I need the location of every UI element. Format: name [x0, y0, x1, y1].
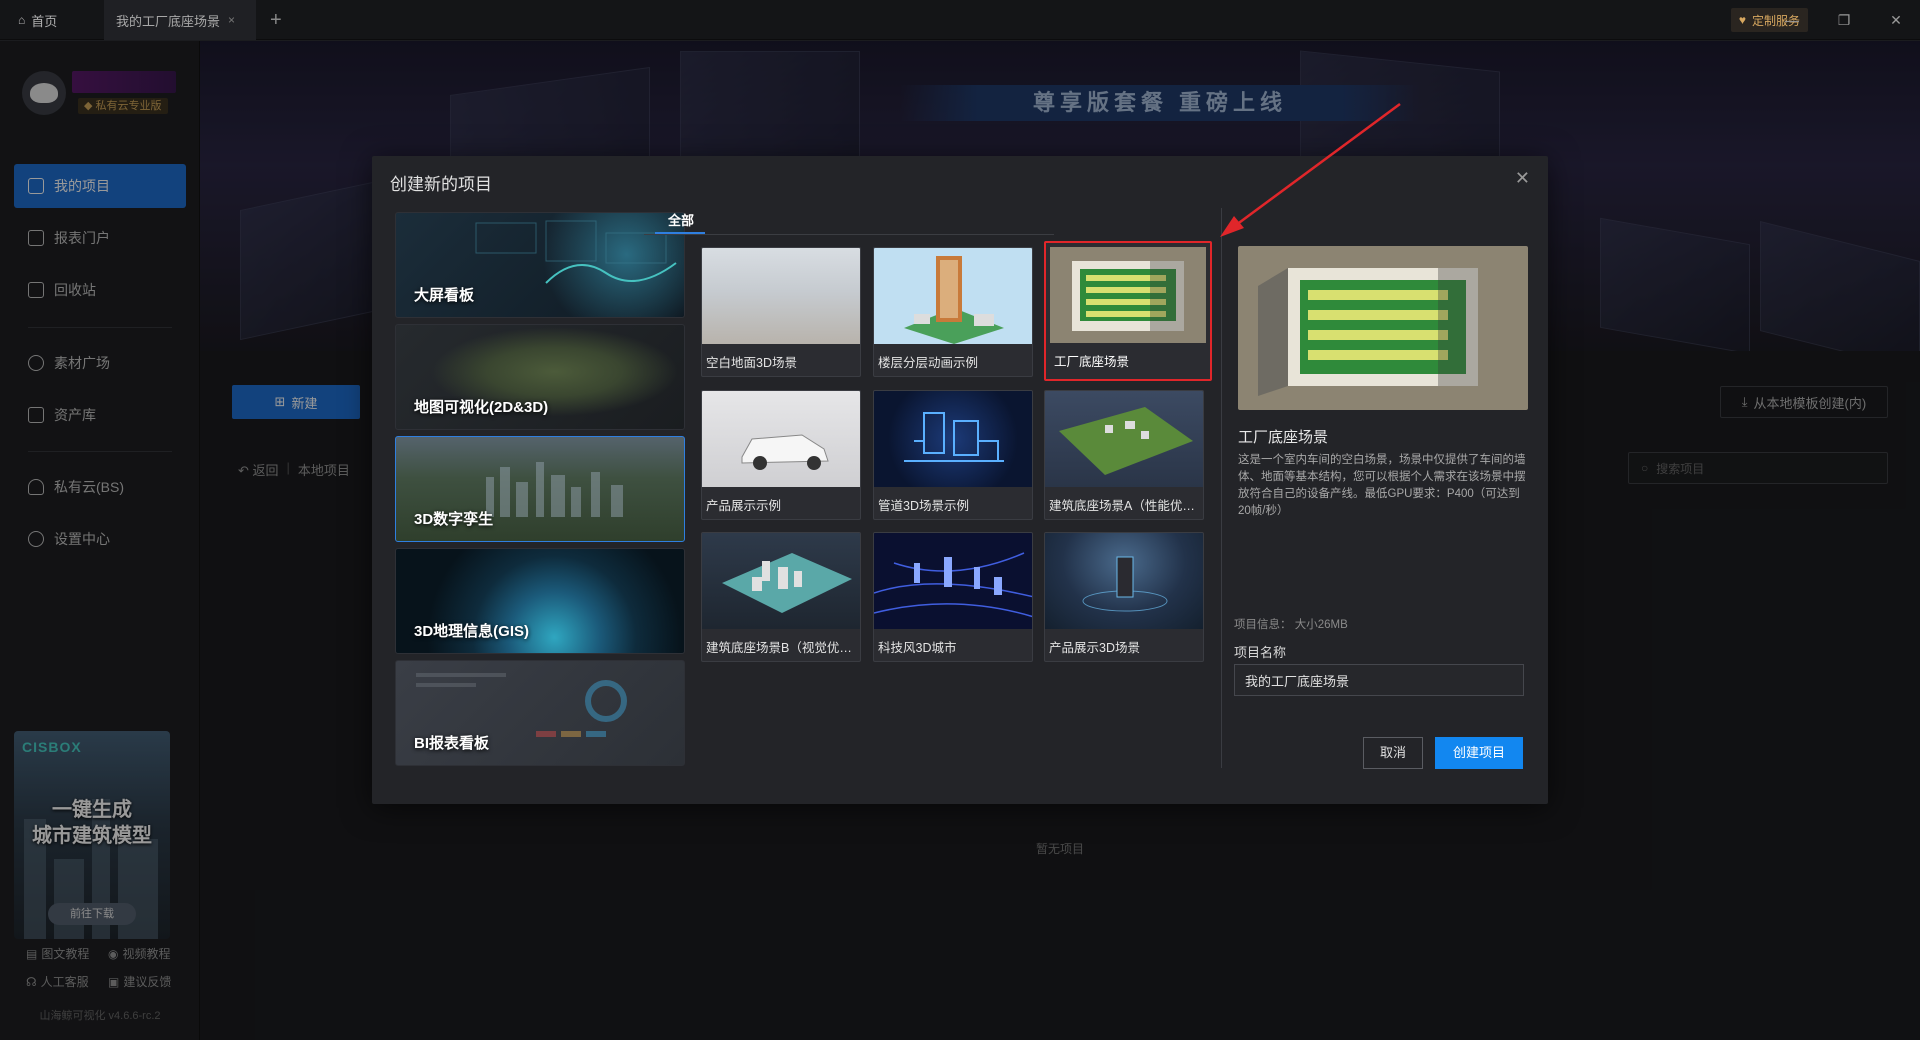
tab-home[interactable]: ⌂ 首页 — [18, 0, 57, 40]
category-label: 大屏看板 — [414, 287, 475, 304]
car-art — [741, 434, 829, 470]
building-art — [904, 256, 1004, 344]
template-thumbnail — [874, 391, 1032, 487]
template-card-tech-city[interactable]: 科技风3D城市 — [873, 532, 1033, 662]
template-label: 空白地面3D场景 — [706, 356, 797, 370]
tab-active-indicator — [655, 232, 705, 234]
template-label: 楼层分层动画示例 — [878, 356, 979, 370]
category-bi[interactable]: BI报表看板 — [395, 660, 685, 766]
category-dashboard[interactable]: 大屏看板 — [395, 212, 685, 318]
dialog-title: 创建新的项目 — [390, 175, 492, 194]
heart-icon: ♥ — [1738, 13, 1746, 27]
template-preview — [1238, 246, 1528, 410]
tab-project-label: 我的工厂底座场景 — [116, 13, 221, 29]
pedestal-art — [1082, 556, 1168, 612]
tab-home-label: 首页 — [31, 13, 58, 29]
city-block-art — [722, 553, 852, 613]
template-label: 工厂底座场景 — [1054, 355, 1130, 369]
template-label: 建筑底座场景A（性能优… — [1049, 499, 1195, 513]
detail-title: 工厂底座场景 — [1238, 429, 1329, 446]
close-icon[interactable]: ✕ — [1515, 168, 1530, 189]
plus-icon[interactable]: + — [270, 0, 282, 40]
project-name-input[interactable] — [1234, 664, 1524, 696]
tab-all[interactable]: 全部 — [668, 210, 694, 229]
template-card-building-a[interactable]: 建筑底座场景A（性能优… — [1044, 390, 1204, 520]
pipeline-art — [904, 412, 1004, 462]
template-label: 建筑底座场景B（视觉优… — [706, 641, 852, 655]
template-thumbnail — [874, 533, 1032, 629]
template-label: 科技风3D城市 — [878, 641, 957, 655]
category-label: 地图可视化(2D&3D) — [414, 399, 549, 416]
detail-info: 项目信息： 大小26MB — [1234, 619, 1348, 631]
template-label: 管道3D场景示例 — [878, 499, 969, 513]
create-project-dialog: 创建新的项目 ✕ 大屏看板 地图可视化(2D&3D) 3D数字孪生 3D地理信息… — [372, 156, 1548, 804]
template-thumbnail — [1045, 391, 1203, 487]
minimize-icon[interactable]: — — [1782, 10, 1802, 30]
tab-divider — [644, 234, 1054, 235]
terrain-art — [1059, 407, 1193, 475]
tech-city-art — [874, 552, 1032, 618]
template-card-pipeline[interactable]: 管道3D场景示例 — [873, 390, 1033, 520]
cancel-button[interactable]: 取消 — [1363, 737, 1423, 769]
template-thumbnail — [702, 248, 860, 344]
home-icon: ⌂ — [18, 13, 26, 27]
template-card-blank-ground[interactable]: 空白地面3D场景 — [701, 247, 861, 377]
template-thumbnail — [702, 391, 860, 487]
create-project-button[interactable]: 创建项目 — [1435, 737, 1523, 769]
category-label: 3D地理信息(GIS) — [414, 623, 530, 640]
restore-icon[interactable]: ❐ — [1834, 10, 1854, 30]
template-label: 产品展示示例 — [706, 499, 782, 513]
factory-preview-art — [1258, 268, 1478, 396]
template-card-floor-animation[interactable]: 楼层分层动画示例 — [873, 247, 1033, 377]
template-thumbnail — [874, 248, 1032, 344]
template-card-product-showcase[interactable]: 产品展示示例 — [701, 390, 861, 520]
template-card-factory[interactable]: 工厂底座场景 — [1044, 241, 1212, 381]
close-window-icon[interactable]: ✕ — [1886, 10, 1906, 30]
category-label: BI报表看板 — [414, 735, 490, 752]
template-thumbnail — [1045, 533, 1203, 629]
factory-art — [1072, 261, 1184, 331]
category-gis[interactable]: 3D地理信息(GIS) — [395, 548, 685, 654]
close-icon[interactable]: × — [228, 13, 235, 27]
category-map[interactable]: 地图可视化(2D&3D) — [395, 324, 685, 430]
tab-project[interactable]: 我的工厂底座场景 × — [104, 0, 256, 40]
detail-description: 这是一个室内车间的空白场景，场景中仅提供了车间的墙体、地面等基本结构，您可以根据… — [1238, 454, 1526, 517]
template-thumbnail — [1050, 247, 1206, 343]
template-card-building-b[interactable]: 建筑底座场景B（视觉优… — [701, 532, 861, 662]
template-label: 产品展示3D场景 — [1049, 641, 1140, 655]
category-label: 3D数字孪生 — [414, 511, 494, 528]
category-3d-twin[interactable]: 3D数字孪生 — [395, 436, 685, 542]
template-thumbnail — [702, 533, 860, 629]
template-card-product-3d[interactable]: 产品展示3D场景 — [1044, 532, 1204, 662]
title-bar: ⌂ 首页 我的工厂底座场景 × + ♥ 定制服务 — ❐ ✕ — [0, 0, 1920, 40]
project-name-label: 项目名称 — [1234, 645, 1287, 660]
panel-divider — [1221, 208, 1222, 768]
